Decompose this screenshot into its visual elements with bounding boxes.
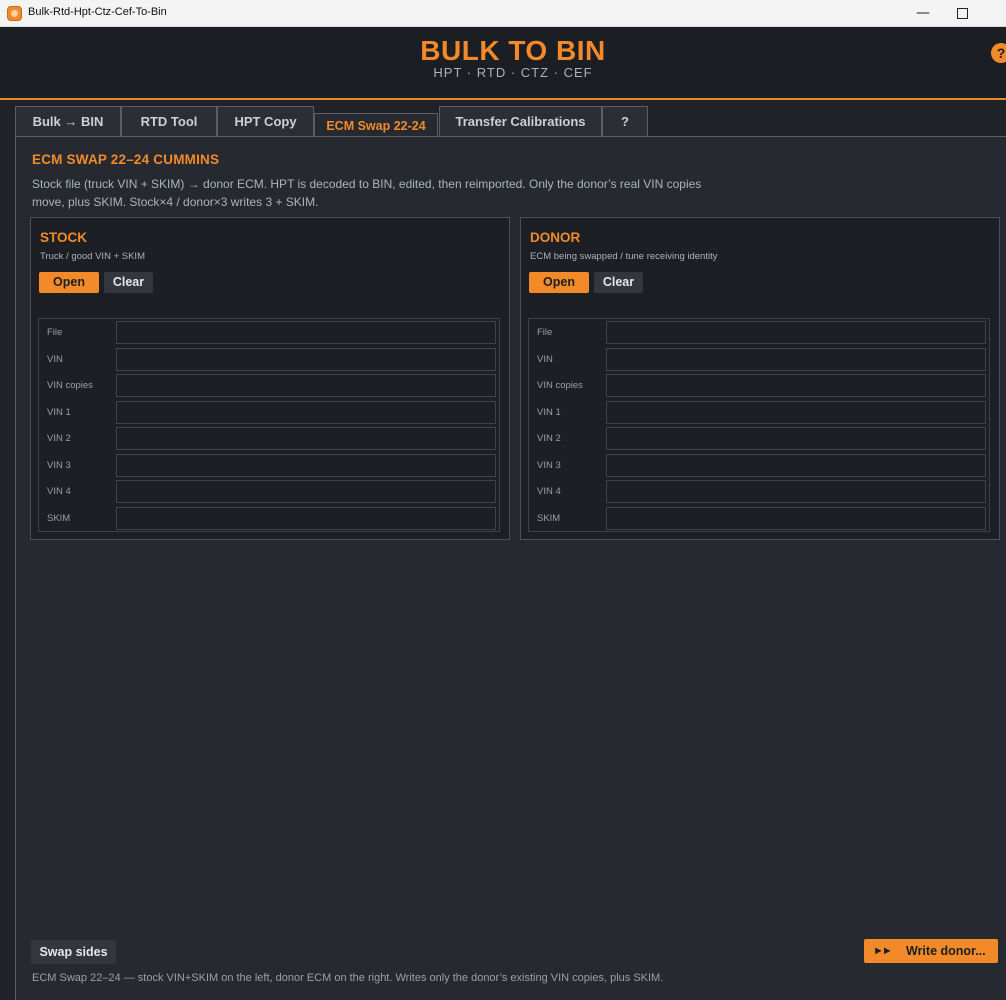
write-donor-label: Write donor... — [906, 944, 986, 958]
donor-skim-field[interactable] — [606, 506, 986, 530]
donor-vin2-field[interactable] — [606, 427, 986, 450]
app-title: BULK TO BIN — [420, 35, 606, 66]
stock-file-field[interactable] — [116, 321, 496, 344]
field-label: VIN 4 — [537, 486, 561, 497]
stock-vin1-field[interactable] — [116, 400, 496, 424]
stock-row-skim: SKIM — [39, 505, 499, 532]
stock-vin-copies-field[interactable] — [116, 374, 496, 397]
field-label: VIN — [47, 353, 63, 365]
field-label: VIN 3 — [537, 459, 561, 471]
donor-row-vin4: VIN 4 — [529, 478, 989, 505]
donor-row-file: File — [529, 319, 989, 346]
stock-open-button[interactable]: Open — [39, 272, 99, 293]
tab-rtd-tool[interactable]: RTD Tool — [121, 106, 217, 137]
field-label: VIN 1 — [537, 406, 561, 418]
donor-subtitle: ECM being swapped / tune receiving ident… — [530, 251, 718, 262]
stock-row-vin3: VIN 3 — [39, 452, 499, 479]
field-label: SKIM — [537, 512, 561, 524]
maximize-button[interactable] — [953, 4, 971, 22]
donor-file-field[interactable] — [606, 321, 986, 344]
stock-row-vin4: VIN 4 — [39, 478, 499, 505]
donor-vin-field[interactable] — [606, 347, 986, 371]
stock-skim-field[interactable] — [116, 506, 496, 530]
stock-clear-button[interactable]: Clear — [104, 272, 153, 293]
field-label: VIN 2 — [537, 433, 561, 444]
donor-vin3-field[interactable] — [606, 453, 986, 477]
swap-sides-button[interactable]: Swap sides — [31, 940, 116, 964]
field-label: VIN — [537, 353, 553, 365]
donor-open-button[interactable]: Open — [529, 272, 589, 293]
stock-row-file: File — [39, 319, 499, 346]
field-label: File — [537, 327, 553, 338]
tab-bulk-to-bin[interactable]: Bulk → BIN — [15, 106, 121, 137]
donor-vin-copies-field[interactable] — [606, 374, 986, 397]
section-title: ECM SWAP 22–24 CUMMINS — [32, 152, 220, 167]
window-title: Bulk-Rtd-Hpt-Ctz-Cef-To-Bin — [28, 6, 167, 18]
window-titlebar: Bulk-Rtd-Hpt-Ctz-Cef-To-Bin — — [0, 0, 1006, 27]
field-label: VIN copies — [47, 380, 93, 391]
donor-card: DONOR ECM being swapped / tune receiving… — [520, 217, 1000, 540]
donor-vin4-field[interactable] — [606, 480, 986, 503]
field-label: VIN copies — [537, 380, 583, 391]
app-subtitle: HPT · RTD · CTZ · CEF — [433, 65, 593, 80]
donor-row-skim: SKIM — [529, 505, 989, 532]
stock-subtitle: Truck / good VIN + SKIM — [40, 251, 145, 262]
app-icon — [7, 6, 22, 21]
tab-transfer-calibrations[interactable]: Transfer Calibrations — [439, 106, 602, 137]
donor-row-vin-copies: VIN copies — [529, 372, 989, 399]
app-header: BULK TO BIN HPT · RTD · CTZ · CEF ? — [0, 27, 1006, 100]
field-label: VIN 3 — [47, 459, 71, 471]
stock-row-vin: VIN — [39, 346, 499, 373]
donor-fields: File VIN VIN copies VIN 1 VIN 2 VIN 3 VI… — [528, 318, 990, 532]
fast-forward-icon: ►► — [873, 945, 893, 957]
minimize-button[interactable]: — — [914, 4, 932, 22]
help-icon[interactable]: ? — [991, 43, 1006, 63]
stock-row-vin-copies: VIN copies — [39, 372, 499, 399]
stock-vin2-field[interactable] — [116, 427, 496, 450]
write-donor-button[interactable]: ►► Write donor... — [864, 939, 998, 963]
donor-row-vin1: VIN 1 — [529, 399, 989, 426]
stock-fields: File VIN VIN copies VIN 1 VIN 2 VIN 3 VI… — [38, 318, 500, 532]
field-label: VIN 2 — [47, 433, 71, 444]
section-description: Stock file (truck VIN + SKIM) → donor EC… — [32, 177, 702, 209]
stock-title: STOCK — [40, 230, 88, 245]
stock-card: STOCK Truck / good VIN + SKIM Open Clear… — [30, 217, 510, 540]
donor-clear-button[interactable]: Clear — [594, 272, 643, 293]
tab-hpt-copy[interactable]: HPT Copy — [217, 106, 314, 137]
field-label: SKIM — [47, 512, 71, 524]
tab-help[interactable]: ? — [602, 106, 648, 137]
stock-row-vin1: VIN 1 — [39, 399, 499, 426]
donor-row-vin3: VIN 3 — [529, 452, 989, 479]
tab-ecm-swap[interactable]: ECM Swap 22-24 — [314, 113, 438, 137]
stock-vin3-field[interactable] — [116, 453, 496, 477]
donor-title: DONOR — [530, 230, 581, 245]
field-label: File — [47, 327, 63, 338]
stock-vin4-field[interactable] — [116, 480, 496, 503]
ecm-swap-panel: ECM SWAP 22–24 CUMMINS Stock file (truck… — [15, 137, 1006, 1000]
donor-row-vin2: VIN 2 — [529, 425, 989, 452]
field-label: VIN 1 — [47, 406, 71, 418]
stock-vin-field[interactable] — [116, 347, 496, 371]
status-footer: ECM Swap 22–24 — stock VIN+SKIM on the l… — [32, 972, 664, 984]
stock-row-vin2: VIN 2 — [39, 425, 499, 452]
donor-vin1-field[interactable] — [606, 400, 986, 424]
field-label: VIN 4 — [47, 486, 71, 497]
donor-row-vin: VIN — [529, 346, 989, 373]
